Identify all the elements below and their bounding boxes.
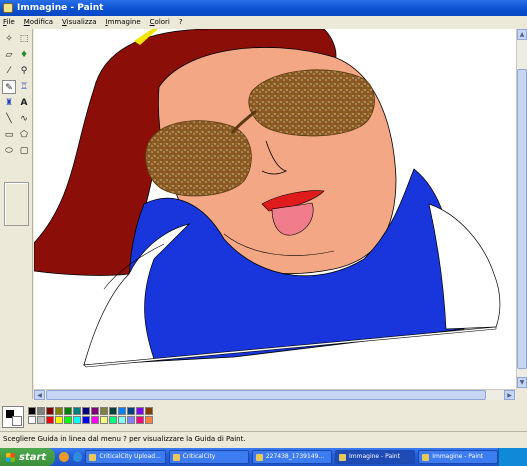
eraser-icon[interactable]: ▱ — [2, 48, 16, 62]
horizontal-scroll-thumb[interactable] — [46, 390, 486, 400]
rectangle-icon[interactable]: ▭ — [2, 128, 16, 142]
task-paint-2[interactable]: Immagine - Paint — [418, 450, 499, 464]
horizontal-scrollbar[interactable]: ◀ ▶ — [34, 389, 516, 400]
palette-swatch[interactable] — [37, 416, 45, 424]
palette-swatch[interactable] — [82, 416, 90, 424]
palette-swatch[interactable] — [91, 407, 99, 415]
palette-swatch[interactable] — [37, 407, 45, 415]
quicklaunch-firefox-icon[interactable] — [59, 452, 69, 462]
palette-swatch[interactable] — [64, 407, 72, 415]
vertical-scroll-thumb[interactable] — [517, 69, 527, 369]
palette-swatch[interactable] — [109, 416, 117, 424]
toolbox: ✧ ⬚ ▱ ♦ ⁄ ⚲ ✎ ♖ ♜ A ╲ ∿ ▭ ⬠ ⬭ ▢ — [0, 29, 33, 399]
palette-swatch[interactable] — [82, 407, 90, 415]
paint-icon — [422, 453, 430, 461]
line-icon[interactable]: ╲ — [2, 112, 16, 126]
canvas-area — [34, 29, 516, 389]
palette-swatch[interactable] — [46, 416, 54, 424]
system-tray — [498, 448, 527, 466]
start-button[interactable]: start — [0, 448, 56, 466]
scroll-down-arrow-icon[interactable]: ▼ — [517, 377, 527, 388]
status-text: Scegliere Guida in linea dal menu ? per … — [3, 435, 246, 443]
menu-file[interactable]: File — [3, 18, 15, 26]
ellipse-icon[interactable]: ⬭ — [2, 144, 16, 158]
vertical-scrollbar[interactable]: ▲ ▼ — [516, 29, 527, 389]
rect-select-icon[interactable]: ⬚ — [17, 32, 31, 46]
palette-swatch[interactable] — [55, 407, 63, 415]
text-icon[interactable]: A — [17, 96, 31, 110]
palette-swatch[interactable] — [28, 407, 36, 415]
palette-swatch[interactable] — [91, 416, 99, 424]
windows-logo-icon — [6, 452, 15, 462]
magnifier-icon[interactable]: ⚲ — [17, 64, 31, 78]
rounded-rect-icon[interactable]: ▢ — [17, 144, 31, 158]
chrome-icon — [172, 453, 180, 461]
palette-swatch[interactable] — [145, 407, 153, 415]
palette-swatch[interactable] — [145, 416, 153, 424]
menu-visualizza[interactable]: Visualizza — [62, 18, 97, 26]
palette-swatch[interactable] — [127, 416, 135, 424]
palette-swatch[interactable] — [136, 416, 144, 424]
palette-swatch[interactable] — [118, 416, 126, 424]
palette-swatch[interactable] — [100, 407, 108, 415]
menu-help[interactable]: ? — [179, 18, 183, 26]
paint-window: Immagine - Paint File Modifica Visualizz… — [0, 0, 527, 448]
scroll-up-arrow-icon[interactable]: ▲ — [517, 29, 527, 40]
chrome-icon — [89, 453, 97, 461]
taskbar: start CriticalCity Upload... CriticalCit… — [0, 448, 527, 466]
palette-swatch[interactable] — [100, 416, 108, 424]
menu-immagine[interactable]: Immagine — [106, 18, 141, 26]
brush-icon[interactable]: ♖ — [17, 80, 31, 94]
palette-swatch[interactable] — [73, 407, 81, 415]
quicklaunch-ie-icon[interactable] — [72, 452, 83, 462]
polygon-icon[interactable]: ⬠ — [17, 128, 31, 142]
airbrush-icon[interactable]: ♜ — [2, 96, 16, 110]
palette-swatch[interactable] — [118, 407, 126, 415]
task-paint-1[interactable]: Immagine - Paint — [335, 450, 416, 464]
task-criticalcity[interactable]: CriticalCity — [168, 450, 249, 464]
drawing-canvas[interactable] — [34, 29, 516, 389]
status-bar: Scegliere Guida in linea dal menu ? per … — [0, 431, 527, 448]
tool-options-box[interactable] — [4, 182, 29, 226]
fill-icon[interactable]: ♦ — [17, 48, 31, 62]
pencil-icon[interactable]: ✎ — [2, 80, 16, 94]
menu-colori[interactable]: Colori — [150, 18, 170, 26]
palette-swatch[interactable] — [109, 407, 117, 415]
color-picker-icon[interactable]: ⁄ — [2, 64, 16, 78]
palette-swatch[interactable] — [28, 416, 36, 424]
task-criticalcity-upload[interactable]: CriticalCity Upload... — [85, 450, 166, 464]
title-bar[interactable]: Immagine - Paint — [0, 0, 527, 16]
palette-swatch[interactable] — [136, 407, 144, 415]
palette-swatch[interactable] — [127, 407, 135, 415]
background-color-swatch[interactable] — [12, 416, 22, 426]
menu-modifica[interactable]: Modifica — [24, 18, 53, 26]
paint-icon — [339, 453, 347, 461]
free-select-icon[interactable]: ✧ — [2, 32, 16, 46]
start-label: start — [19, 451, 47, 463]
color-palette — [0, 401, 527, 431]
current-colors[interactable] — [2, 406, 24, 428]
window-title: Immagine - Paint — [17, 3, 104, 13]
task-image-file[interactable]: 227438_1739149... — [251, 450, 333, 464]
menu-bar: File Modifica Visualizza Immagine Colori… — [0, 16, 527, 28]
image-viewer-icon — [255, 453, 263, 461]
curve-icon[interactable]: ∿ — [17, 112, 31, 126]
palette-swatch[interactable] — [46, 407, 54, 415]
palette-swatch[interactable] — [64, 416, 72, 424]
paint-app-icon — [3, 3, 13, 13]
scroll-left-arrow-icon[interactable]: ◀ — [34, 390, 45, 400]
palette-swatch[interactable] — [73, 416, 81, 424]
palette-swatch[interactable] — [55, 416, 63, 424]
scroll-right-arrow-icon[interactable]: ▶ — [504, 390, 515, 400]
